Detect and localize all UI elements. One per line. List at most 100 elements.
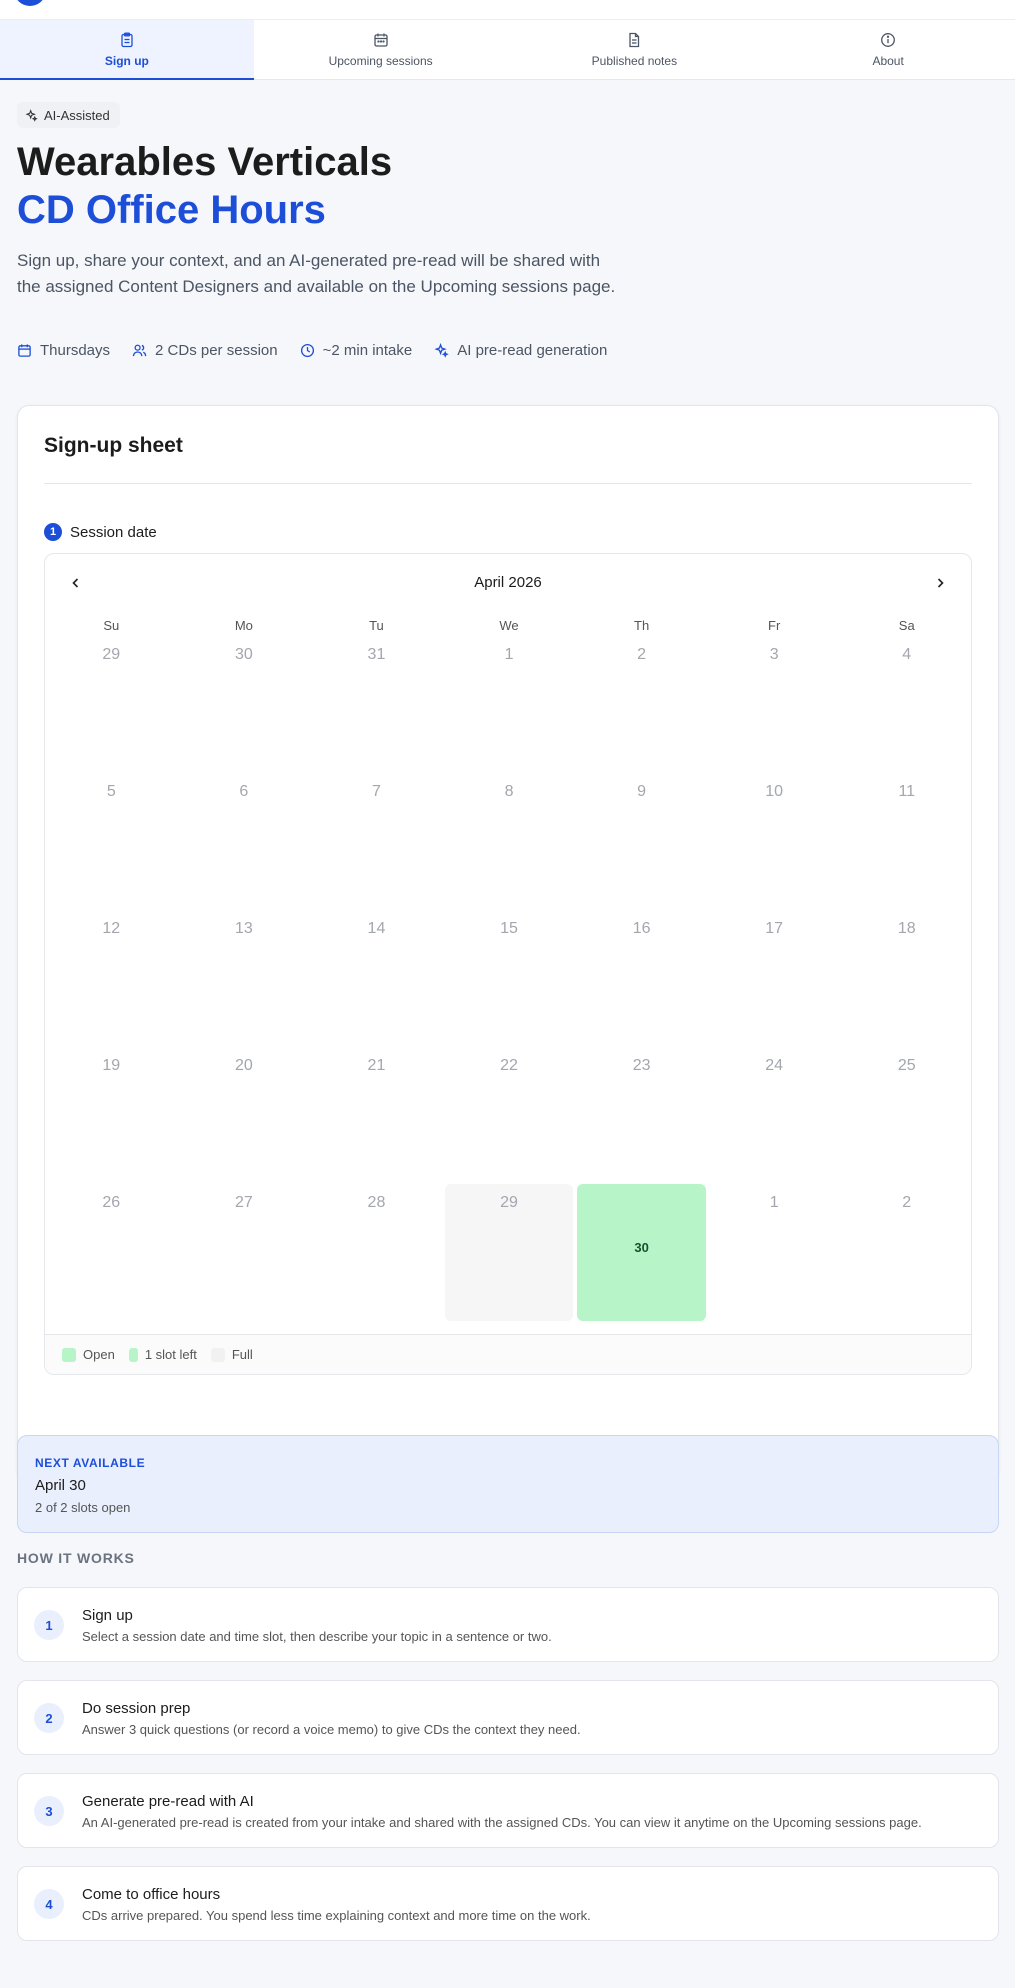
app-logo[interactable]	[14, 0, 46, 6]
step-title: Do session prep	[82, 1700, 191, 1717]
legend-label: 1 slot left	[144, 1347, 197, 1362]
calendar-day: 1	[504, 646, 514, 663]
calendar-icon	[373, 33, 388, 47]
tab-published-notes[interactable]: Published notes	[508, 20, 762, 79]
chevron-right-icon	[937, 578, 944, 588]
tab-label: Published notes	[591, 53, 678, 68]
step-description: CDs arrive prepared. You spend less time…	[82, 1908, 591, 1923]
next-available-date: April 30	[35, 1477, 86, 1494]
card-title: Sign-up sheet	[44, 434, 183, 457]
weekday-label: Su	[103, 618, 120, 633]
calendar-month: April 2026	[474, 574, 542, 591]
calendar-day: 4	[902, 646, 912, 663]
calendar-day: 12	[102, 920, 121, 937]
step-session-date: 1 Session date	[44, 523, 157, 541]
badge-label: AI-Assisted	[44, 107, 110, 123]
calendar-week: 19 20 21 22 23 24 25	[45, 1047, 971, 1184]
how-it-works-step: 2 Do session prep Answer 3 quick questio…	[17, 1680, 999, 1755]
legend-open: Open	[62, 1347, 115, 1362]
one-left-swatch	[128, 1347, 138, 1362]
info-icon	[881, 32, 896, 47]
calendar-day: 28	[367, 1194, 386, 1211]
calendar-day: 31	[367, 646, 386, 663]
weekday-label: Sa	[898, 618, 915, 633]
calendar-day: 26	[102, 1194, 121, 1211]
how-it-works-step: 3 Generate pre-read with AI An AI-genera…	[17, 1773, 999, 1848]
clock-icon	[300, 343, 314, 358]
calendar-day: 11	[898, 783, 916, 800]
weekday-label: Fr	[768, 618, 781, 633]
calendar-day: 29	[102, 646, 121, 663]
how-it-works-heading: HOW IT WORKS	[17, 1550, 135, 1566]
calendar-week: 26 27 28 29 30 1 2	[45, 1184, 971, 1321]
meta-intake: ~2 min intake	[300, 342, 413, 359]
calendar-day: 27	[234, 1194, 253, 1211]
calendar-day: 9	[637, 783, 647, 800]
calendar-day: 21	[367, 1057, 386, 1074]
meta-label: 2 CDs per session	[155, 342, 278, 359]
step-label: Session date	[70, 523, 157, 541]
calendar-day: 30	[234, 646, 253, 663]
calendar-day: 2	[902, 1194, 912, 1211]
tab-label: About	[872, 53, 904, 68]
full-swatch	[210, 1347, 225, 1362]
calendar-week: 29 30 31 1 2 3 4	[45, 636, 971, 773]
calendar-day: 2	[637, 646, 647, 663]
legend-one-left: 1 slot left	[128, 1347, 197, 1362]
meta-label: AI pre-read generation	[457, 342, 608, 359]
step-description: An AI-generated pre-read is created from…	[82, 1815, 922, 1830]
calendar-day: 20	[234, 1057, 253, 1074]
next-available-label: NEXT AVAILABLE	[35, 1456, 146, 1470]
next-available-banner[interactable]: NEXT AVAILABLE April 30 2 of 2 slots ope…	[17, 1435, 999, 1533]
weekday-label: Mo	[234, 618, 253, 633]
calendar-day: 15	[500, 920, 518, 937]
meta-label: ~2 min intake	[322, 342, 413, 359]
legend-label: Full	[231, 1347, 253, 1362]
page-title: Wearables Verticals	[17, 140, 393, 184]
tab-bar: Sign up Upcoming sessions Published note…	[0, 20, 1015, 80]
tab-upcoming-sessions[interactable]: Upcoming sessions	[254, 20, 508, 79]
calendar-week: 12 13 14 15 16 17 18	[45, 910, 971, 1047]
calendar-grid: 29 30 31 1 2 3 4 5 6 7 8 9 10 11 12 13 1…	[45, 636, 971, 1321]
how-it-works-step: 1 Sign up Select a session date and time…	[17, 1587, 999, 1662]
calendar-day: 8	[504, 783, 514, 800]
step-description: Select a session date and time slot, the…	[82, 1629, 552, 1644]
meta-cds: 2 CDs per session	[132, 342, 278, 359]
calendar-day: 16	[632, 920, 651, 937]
calendar-legend: Open 1 slot left Full	[45, 1334, 971, 1374]
step-description: Answer 3 quick questions (or record a vo…	[82, 1722, 581, 1737]
weekday-label: Th	[634, 618, 650, 633]
clipboard-icon	[121, 32, 133, 47]
session-meta: Thursdays 2 CDs per session ~2 min intak…	[17, 342, 607, 359]
day-number: 30	[634, 1240, 649, 1255]
tab-label: Sign up	[104, 53, 149, 68]
weekday-label: Tu	[369, 618, 384, 633]
next-month-button[interactable]	[931, 574, 949, 592]
step-number: 2	[34, 1703, 64, 1733]
calendar-day-full: 29	[444, 1184, 574, 1321]
signup-sheet-card: Sign-up sheet 1 Session date April 2026 …	[17, 405, 999, 1483]
page-description: Sign up, share your context, and an AI-g…	[17, 251, 616, 296]
tab-sign-up[interactable]: Sign up	[0, 20, 254, 80]
calendar-icon	[18, 344, 31, 357]
tab-label: Upcoming sessions	[328, 53, 433, 68]
tab-about[interactable]: About	[761, 20, 1015, 79]
step-number: 4	[34, 1889, 64, 1919]
step-number: 1	[44, 523, 62, 541]
meta-label: Thursdays	[40, 342, 111, 359]
users-icon	[132, 344, 147, 357]
calendar-day: 10	[765, 783, 784, 800]
document-icon	[629, 32, 640, 47]
step-title: Come to office hours	[82, 1886, 221, 1903]
legend-label: Open	[83, 1347, 115, 1362]
step-title: Sign up	[82, 1607, 133, 1624]
calendar-day-open[interactable]: 30	[577, 1184, 706, 1321]
calendar-day: 23	[632, 1057, 651, 1074]
calendar-day: 17	[765, 920, 784, 937]
weekday-header: Su Mo Tu We Th Fr Sa	[45, 618, 971, 633]
page-subtitle: CD Office Hours	[17, 188, 326, 232]
open-swatch	[62, 1347, 76, 1362]
meta-ai: AI pre-read generation	[434, 342, 607, 359]
step-number: 1	[34, 1610, 64, 1640]
date-picker-calendar: April 2026 Su Mo Tu We Th Fr Sa 29 30 31…	[44, 553, 972, 1375]
